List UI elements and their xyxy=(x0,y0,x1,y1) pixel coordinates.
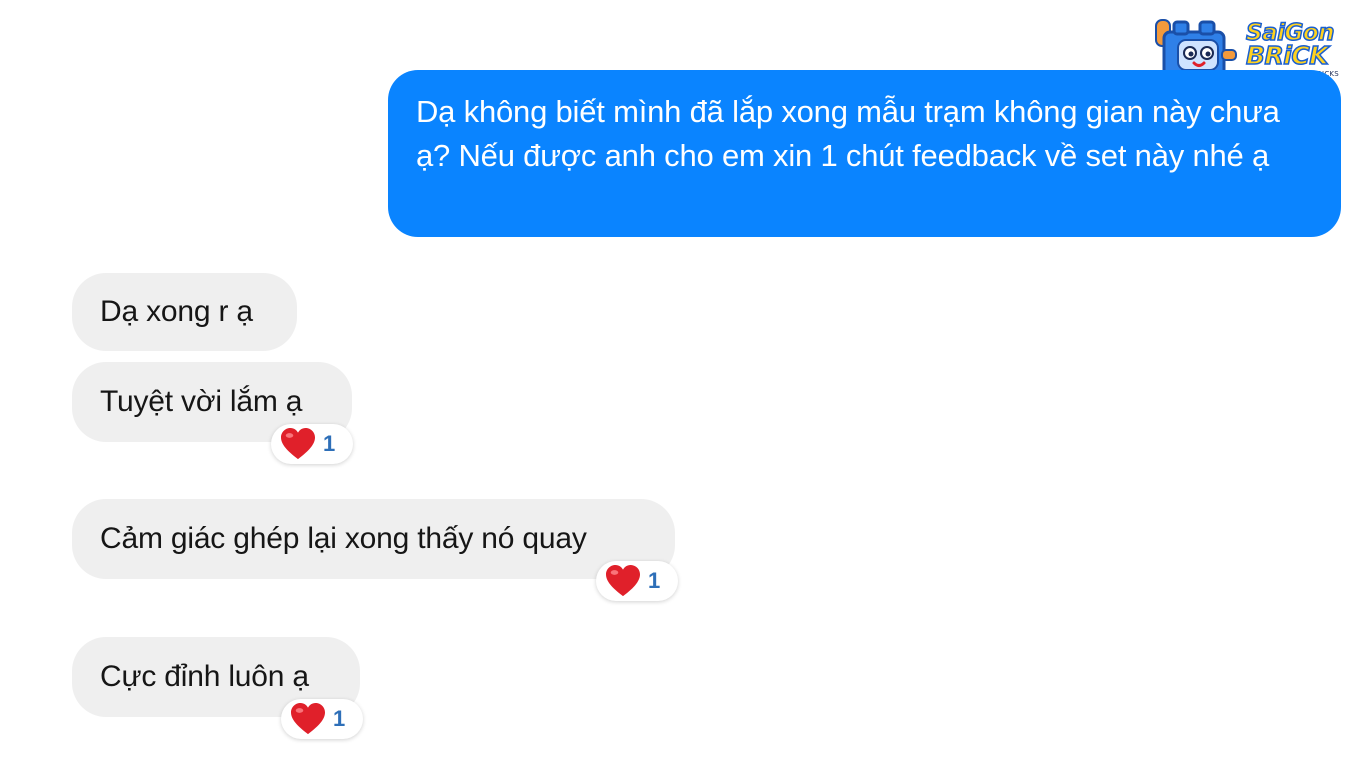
incoming-message-bubble[interactable]: Cảm giác ghép lại xong thấy nó quay xyxy=(72,499,675,579)
incoming-message-bubble[interactable]: Dạ xong r ạ xyxy=(72,273,297,351)
reaction-count: 1 xyxy=(333,706,346,731)
outgoing-message-text: Dạ không biết mình đã lắp xong mẫu trạm … xyxy=(416,94,1280,173)
incoming-message-text: Cảm giác ghép lại xong thấy nó quay xyxy=(100,522,587,555)
incoming-message-text: Dạ xong r ạ xyxy=(100,295,253,328)
reaction-count: 1 xyxy=(648,568,661,593)
chat-screenshot: SaiGon BRiCK MORE THAN JUST BRICKS Dạ kh… xyxy=(0,0,1366,768)
heart-icon xyxy=(281,427,315,460)
message-reaction[interactable]: 1 xyxy=(281,699,363,739)
heart-icon xyxy=(291,702,325,735)
outgoing-message-bubble[interactable]: Dạ không biết mình đã lắp xong mẫu trạm … xyxy=(388,70,1341,237)
incoming-message-text: Tuyệt vời lắm ạ xyxy=(100,385,303,418)
incoming-message-text: Cực đỉnh luôn ạ xyxy=(100,660,309,693)
message-reaction[interactable]: 1 xyxy=(271,424,353,464)
heart-icon xyxy=(606,564,640,597)
message-reaction[interactable]: 1 xyxy=(596,561,678,601)
logo-line2: BRiCK xyxy=(1245,41,1329,70)
reaction-count: 1 xyxy=(323,431,336,456)
